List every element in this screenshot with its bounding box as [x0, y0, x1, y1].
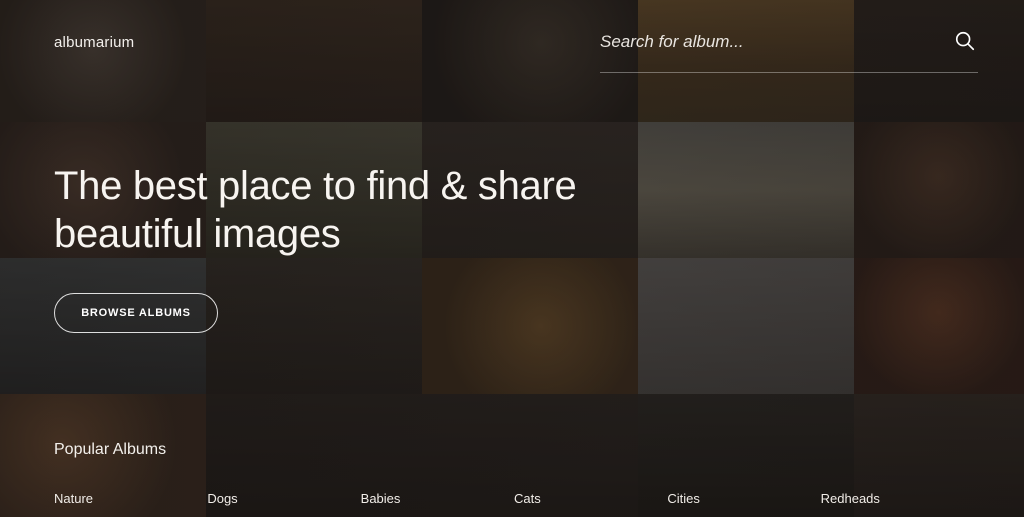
search-icon[interactable] — [954, 30, 976, 52]
brand-logo[interactable]: albumarium — [54, 34, 134, 51]
hero-title: The best place to find & share beautiful… — [54, 162, 654, 258]
album-link-dogs[interactable]: Dogs — [207, 491, 360, 506]
popular-albums-heading: Popular Albums — [54, 441, 167, 458]
album-link-redheads[interactable]: Redheads — [821, 491, 974, 506]
album-link-cats[interactable]: Cats — [514, 491, 667, 506]
browse-albums-button[interactable]: BROWSE ALBUMS — [54, 293, 218, 333]
search-bar — [600, 28, 978, 73]
background-overlay — [0, 0, 1024, 517]
popular-albums-list: Nature Dogs Babies Cats Cities Redheads — [54, 491, 974, 506]
album-link-babies[interactable]: Babies — [361, 491, 514, 506]
album-link-cities[interactable]: Cities — [667, 491, 820, 506]
hero-title-line2: beautiful images — [54, 212, 341, 256]
hero-title-line1: The best place to find & share — [54, 164, 577, 208]
search-input[interactable] — [600, 28, 930, 56]
album-link-nature[interactable]: Nature — [54, 491, 207, 506]
